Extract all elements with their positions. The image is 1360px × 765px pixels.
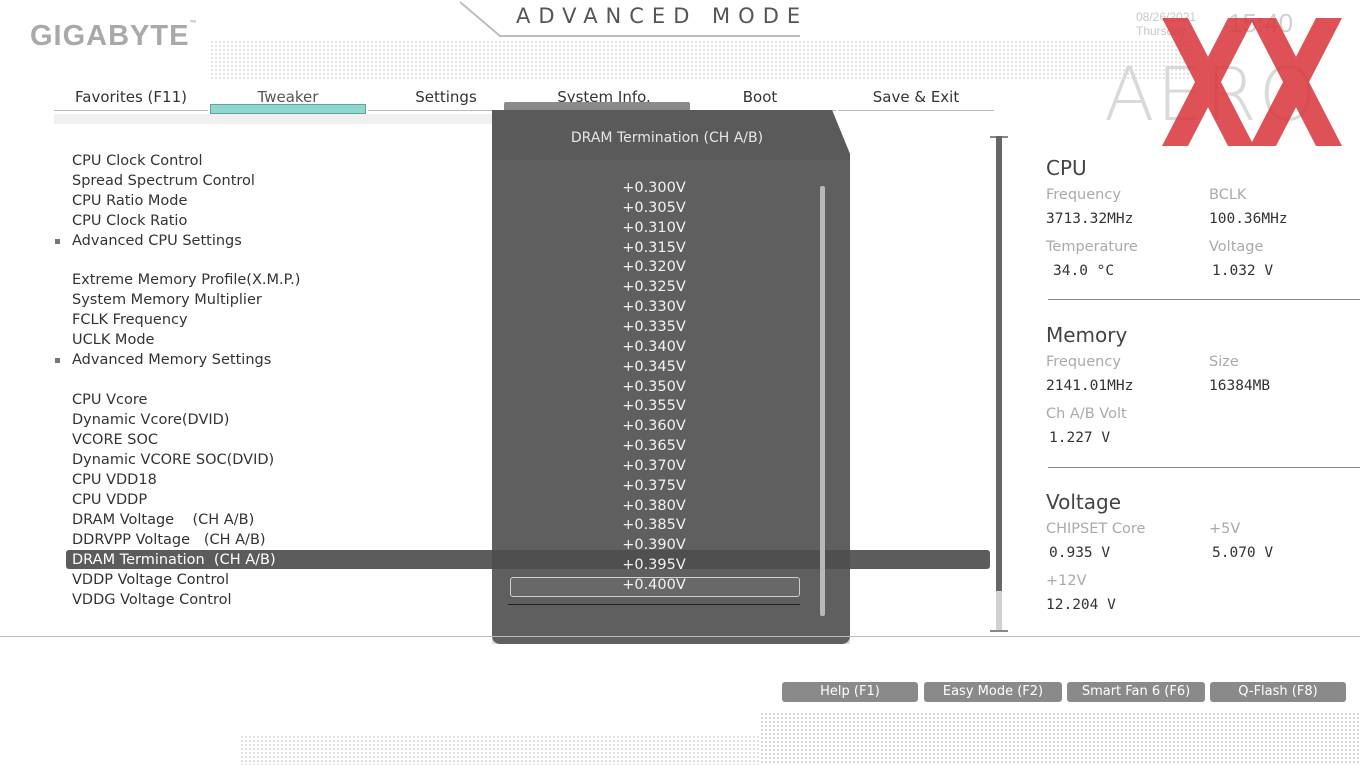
memory-size-label: Size: [1209, 354, 1239, 370]
memory-volt-label: Ch A/B Volt: [1046, 406, 1127, 422]
value-select-popup: DRAM Termination (CH A/B) +0.300V +0.305V…: [492, 110, 850, 644]
main-scrollbar-thumb[interactable]: [996, 136, 1002, 591]
sidebar-divider: [1048, 299, 1360, 300]
memory-volt-value: 1.227 V: [1049, 430, 1111, 446]
menu-item[interactable]: CPU Clock Control: [72, 151, 203, 171]
popup-option[interactable]: +0.380V: [492, 496, 816, 516]
menu-item[interactable]: System Memory Multiplier: [72, 290, 262, 310]
menu-item[interactable]: UCLK Mode: [72, 330, 154, 350]
menu-item[interactable]: Dynamic Vcore(DVID): [72, 410, 229, 430]
watermark-xx-icon: [1162, 18, 1342, 146]
content-bottom-border: [0, 636, 1360, 637]
menu-item[interactable]: DDRVPP Voltage (CH A/B): [72, 530, 266, 550]
memory-size-value: 16384MB: [1209, 378, 1271, 394]
footer-dot-pattern-left: [240, 735, 760, 765]
chipset-core-value: 0.935 V: [1049, 545, 1111, 561]
menu-item[interactable]: VDDG Voltage Control: [72, 590, 232, 610]
q-flash-button[interactable]: Q-Flash (F8): [1210, 682, 1346, 702]
12v-label: +12V: [1046, 573, 1087, 589]
menu-item[interactable]: CPU VDD18: [72, 470, 157, 490]
submenu-item[interactable]: Advanced Memory Settings: [54, 350, 271, 370]
cpu-frequency-value: 3713.32MHz: [1046, 211, 1134, 227]
mode-title: ADVANCED MODE: [516, 4, 809, 28]
popup-scrollbar[interactable]: [820, 186, 825, 616]
cpu-bclk-label: BCLK: [1209, 187, 1247, 203]
menu-item[interactable]: Dynamic VCORE SOC(DVID): [72, 450, 274, 470]
footer-dot-pattern: [760, 712, 1360, 765]
menu-item[interactable]: VCORE SOC: [72, 430, 158, 450]
popup-option[interactable]: +0.375V: [492, 476, 816, 496]
menu-item[interactable]: DRAM Voltage (CH A/B): [72, 510, 254, 530]
12v-value: 12.204 V: [1046, 597, 1116, 613]
submenu-item[interactable]: Advanced CPU Settings: [55, 231, 242, 251]
menu-item[interactable]: CPU VDDP: [72, 490, 147, 510]
5v-value: 5.070 V: [1212, 545, 1274, 561]
memory-frequency-label: Frequency: [1046, 354, 1121, 370]
gigabyte-logo: GIGABYTE™: [30, 20, 198, 52]
popup-divider: [508, 604, 800, 605]
memory-section-title: Memory: [1046, 323, 1128, 347]
popup-option[interactable]: +0.320V: [492, 257, 816, 277]
smart-fan-button[interactable]: Smart Fan 6 (F6): [1067, 682, 1205, 702]
cpu-frequency-label: Frequency: [1046, 187, 1121, 203]
popup-option[interactable]: +0.395V: [492, 555, 816, 575]
popup-option[interactable]: +0.335V: [492, 317, 816, 337]
popup-option[interactable]: +0.325V: [492, 277, 816, 297]
popup-option[interactable]: +0.400V: [492, 575, 816, 595]
popup-option[interactable]: +0.390V: [492, 535, 816, 555]
menu-item[interactable]: Spread Spectrum Control: [72, 171, 255, 191]
menu-item[interactable]: CPU Vcore: [72, 390, 147, 410]
popup-option[interactable]: +0.365V: [492, 436, 816, 456]
popup-option[interactable]: +0.330V: [492, 297, 816, 317]
cpu-section-title: CPU: [1046, 156, 1087, 180]
tab-tweaker[interactable]: Tweaker: [210, 86, 366, 114]
menu-item[interactable]: CPU Ratio Mode: [72, 191, 187, 211]
tab-settings[interactable]: Settings: [368, 86, 524, 111]
popup-option[interactable]: +0.315V: [492, 238, 816, 258]
cpu-temperature-value: 34.0 °C: [1053, 263, 1115, 279]
cpu-voltage-label: Voltage: [1209, 239, 1264, 255]
tab-save-exit[interactable]: Save & Exit: [838, 86, 994, 111]
cpu-voltage-value: 1.032 V: [1212, 263, 1274, 279]
popup-option[interactable]: +0.305V: [492, 198, 816, 218]
5v-label: +5V: [1209, 521, 1241, 537]
popup-option[interactable]: +0.300V: [492, 178, 816, 198]
popup-option[interactable]: +0.310V: [492, 218, 816, 238]
easy-mode-button[interactable]: Easy Mode (F2): [924, 682, 1062, 702]
menu-item[interactable]: Extreme Memory Profile(X.M.P.): [72, 270, 300, 290]
header-dot-pattern: [210, 40, 1190, 80]
voltage-section-title: Voltage: [1046, 490, 1122, 514]
help-button[interactable]: Help (F1): [782, 682, 918, 702]
tab-boot[interactable]: Boot: [684, 86, 836, 111]
popup-title: DRAM Termination (CH A/B): [570, 130, 764, 146]
cpu-temperature-label: Temperature: [1046, 239, 1138, 255]
menu-item[interactable]: DRAM Termination (CH A/B): [72, 550, 276, 570]
sidebar-divider: [1048, 467, 1360, 468]
tab-favorites[interactable]: Favorites (F11): [54, 86, 208, 111]
memory-frequency-value: 2141.01MHz: [1046, 378, 1134, 394]
popup-option[interactable]: +0.345V: [492, 357, 816, 377]
menu-item[interactable]: CPU Clock Ratio: [72, 211, 187, 231]
popup-option[interactable]: +0.370V: [492, 456, 816, 476]
menu-item[interactable]: FCLK Frequency: [72, 310, 188, 330]
chipset-core-label: CHIPSET Core: [1046, 521, 1146, 537]
menu-item[interactable]: VDDP Voltage Control: [72, 570, 229, 590]
tab-underlay: [54, 114, 494, 124]
cpu-bclk-value: 100.36MHz: [1209, 211, 1288, 227]
popup-option[interactable]: +0.350V: [492, 377, 816, 397]
popup-option[interactable]: +0.355V: [492, 396, 816, 416]
popup-option[interactable]: +0.385V: [492, 515, 816, 535]
popup-option[interactable]: +0.340V: [492, 337, 816, 357]
popup-option[interactable]: +0.360V: [492, 416, 816, 436]
